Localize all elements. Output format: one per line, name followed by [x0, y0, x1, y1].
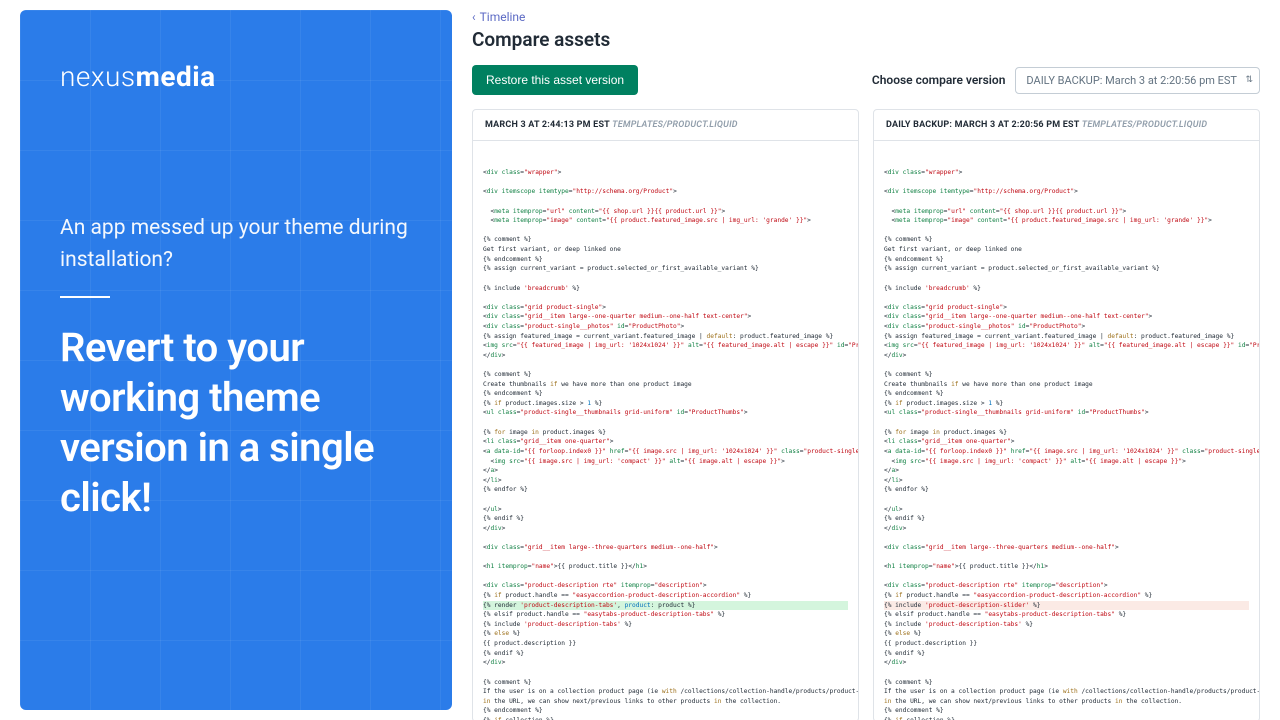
right-code: <div class="wrapper"> <div itemscope ite… — [874, 141, 1259, 720]
chevron-left-icon: ‹ — [472, 10, 476, 24]
logo-light: nexus — [60, 60, 136, 93]
left-code: <div class="wrapper"> <div itemscope ite… — [473, 141, 858, 720]
left-timestamp: MARCH 3 AT 2:44:13 PM EST — [485, 120, 610, 130]
left-path: TEMPLATES/PRODUCT.LIQUID — [612, 120, 738, 130]
right-path: TEMPLATES/PRODUCT.LIQUID — [1082, 120, 1208, 130]
diff-panes: MARCH 3 AT 2:44:13 PM EST TEMPLATES/PROD… — [472, 109, 1260, 720]
right-pane-header: DAILY BACKUP: MARCH 3 AT 2:20:56 PM EST … — [874, 110, 1259, 141]
right-pane: DAILY BACKUP: MARCH 3 AT 2:20:56 PM EST … — [873, 109, 1260, 720]
right-timestamp: DAILY BACKUP: MARCH 3 AT 2:20:56 PM EST — [886, 120, 1079, 130]
left-pane: MARCH 3 AT 2:44:13 PM EST TEMPLATES/PROD… — [472, 109, 859, 720]
divider — [60, 296, 110, 298]
back-link-label: Timeline — [480, 10, 526, 24]
compare-label: Choose compare version — [872, 73, 1006, 87]
toolbar: Restore this asset version Choose compar… — [472, 65, 1260, 95]
compare-controls: Choose compare version DAILY BACKUP: Mar… — [872, 67, 1260, 94]
promo-panel: nexusmedia An app messed up your theme d… — [20, 10, 452, 710]
compare-version-select[interactable]: DAILY BACKUP: March 3 at 2:20:56 pm EST — [1015, 67, 1260, 94]
page-title: Compare assets — [472, 28, 1260, 51]
app-panel: ‹ Timeline Compare assets Restore this a… — [452, 0, 1280, 720]
left-pane-header: MARCH 3 AT 2:44:13 PM EST TEMPLATES/PROD… — [473, 110, 858, 141]
logo: nexusmedia — [60, 60, 412, 93]
promo-subheadline: An app messed up your theme during insta… — [60, 213, 412, 276]
logo-bold: media — [136, 60, 216, 93]
restore-button[interactable]: Restore this asset version — [472, 65, 638, 95]
promo-headline: Revert to your working theme version in … — [60, 323, 412, 523]
back-link[interactable]: ‹ Timeline — [472, 10, 1260, 24]
